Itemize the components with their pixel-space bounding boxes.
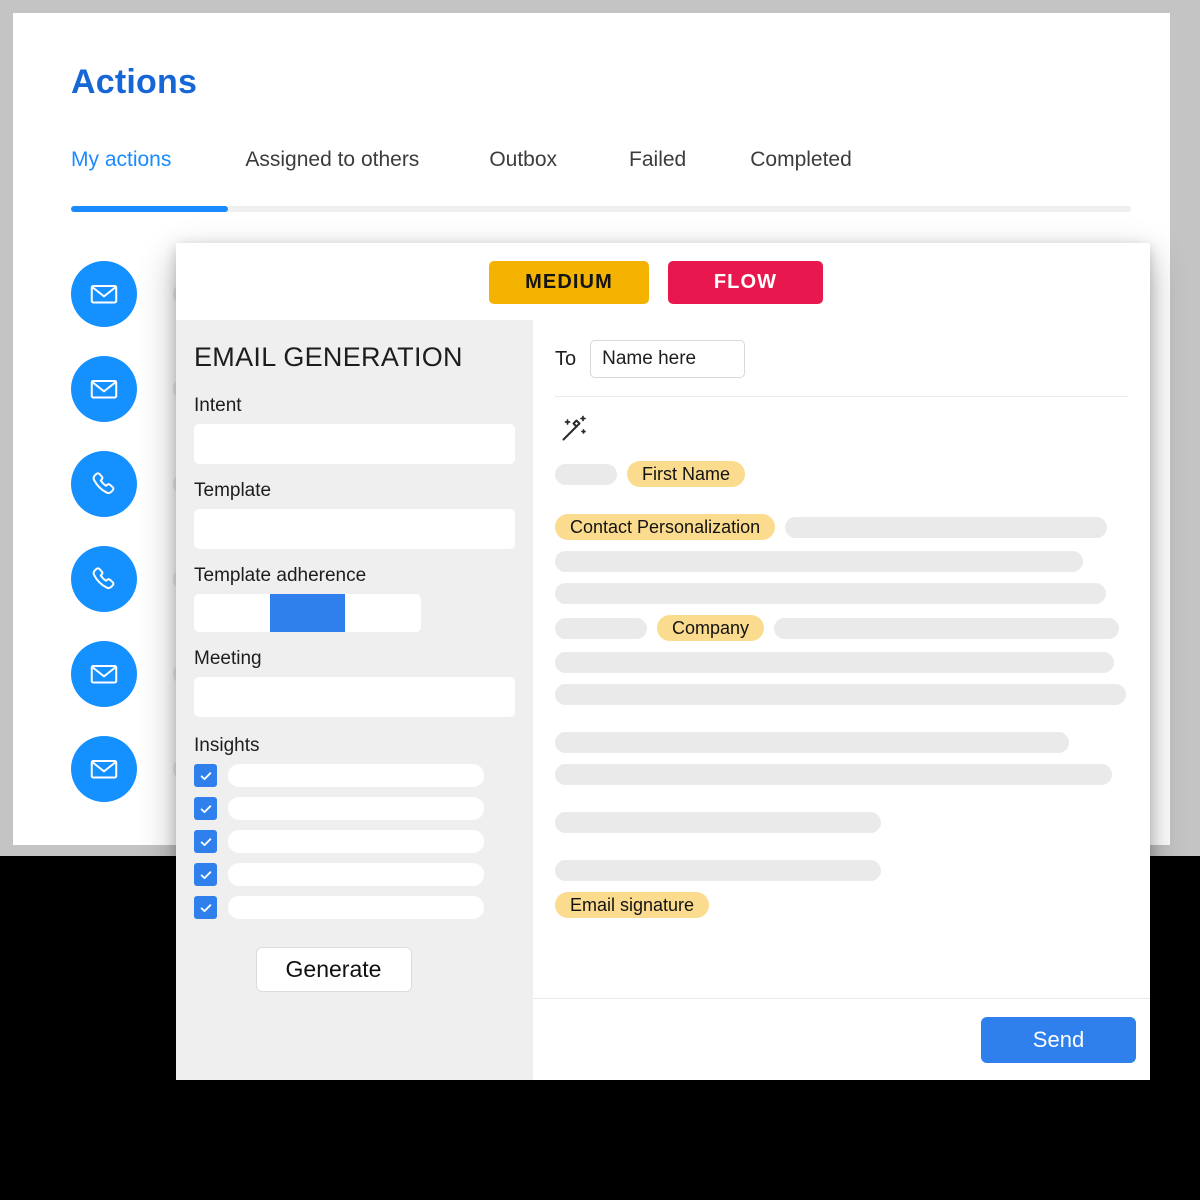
envelope-icon <box>71 261 137 327</box>
body-line: First Name <box>555 461 1128 487</box>
insight-checkbox[interactable] <box>194 863 217 886</box>
insight-placeholder <box>228 863 484 886</box>
intent-input[interactable] <box>194 424 515 464</box>
text-skeleton <box>555 551 1083 572</box>
tab-outbox[interactable]: Outbox <box>489 148 557 172</box>
text-skeleton <box>774 617 1120 639</box>
modal-header: MEDIUM FLOW <box>176 243 1150 320</box>
merge-field-tag[interactable]: Contact Personalization <box>555 514 776 540</box>
generate-button-wrap: Generate <box>194 947 493 992</box>
email-compose-panel: To Name here First Name Contact Personal… <box>533 320 1150 1080</box>
text-skeleton <box>555 684 1126 705</box>
body-line <box>555 684 1128 705</box>
insight-row <box>194 797 493 820</box>
modal-body: EMAIL GENERATION Intent Template Templat… <box>176 320 1150 1080</box>
insight-placeholder <box>228 764 484 787</box>
text-skeleton <box>555 732 1069 753</box>
insight-row <box>194 896 493 919</box>
tab-underline-track <box>71 206 1131 212</box>
meeting-label: Meeting <box>194 648 262 669</box>
generate-button[interactable]: Generate <box>255 947 412 992</box>
text-skeleton <box>555 583 1106 604</box>
insight-placeholder <box>228 896 484 919</box>
insight-placeholder <box>228 797 484 820</box>
text-skeleton <box>555 812 881 833</box>
phone-icon <box>71 546 137 612</box>
insight-checkbox[interactable] <box>194 764 217 787</box>
insight-placeholder <box>228 830 484 853</box>
phone-icon <box>71 451 137 517</box>
envelope-icon <box>71 356 137 422</box>
template-label: Template <box>194 480 272 501</box>
body-line <box>555 652 1128 673</box>
template-adherence-segmented-control[interactable] <box>194 594 421 632</box>
tab-failed[interactable]: Failed <box>629 148 686 172</box>
insights-label: Insights <box>194 735 260 756</box>
merge-field-tag[interactable]: Company <box>657 615 765 641</box>
email-generation-panel: EMAIL GENERATION Intent Template Templat… <box>176 320 533 1080</box>
text-skeleton <box>555 617 647 639</box>
insights-list <box>194 764 493 919</box>
screenshot-root: Actions My actions Assigned to others Ou… <box>0 0 1200 1200</box>
text-skeleton <box>785 516 1108 538</box>
to-label: To <box>555 347 577 370</box>
body-line: Company <box>555 615 1128 641</box>
panel-heading: EMAIL GENERATION <box>194 342 463 372</box>
tab-active-indicator <box>71 206 228 212</box>
page-title: Actions <box>71 63 198 101</box>
body-line <box>555 583 1128 604</box>
body-line: Contact Personalization <box>555 514 1128 540</box>
body-line <box>555 732 1128 753</box>
email-generation-modal: MEDIUM FLOW EMAIL GENERATION Intent Temp… <box>176 243 1150 1080</box>
insight-row <box>194 830 493 853</box>
envelope-icon <box>71 736 137 802</box>
text-skeleton <box>555 860 881 881</box>
body-line: Email signature <box>555 892 1128 918</box>
template-input[interactable] <box>194 509 515 549</box>
adherence-segment-medium[interactable] <box>269 594 346 632</box>
merge-field-tag[interactable]: Email signature <box>555 892 710 918</box>
envelope-icon <box>71 641 137 707</box>
priority-badge[interactable]: MEDIUM <box>489 261 649 304</box>
tab-assigned-to-others[interactable]: Assigned to others <box>245 148 419 172</box>
tab-my-actions[interactable]: My actions <box>71 148 171 172</box>
body-line <box>555 551 1128 572</box>
text-skeleton <box>555 463 617 485</box>
insight-checkbox[interactable] <box>194 896 217 919</box>
tab-list: My actions Assigned to others Outbox Fai… <box>71 148 1131 190</box>
tab-bar: My actions Assigned to others Outbox Fai… <box>71 148 1131 218</box>
template-adherence-label: Template adherence <box>194 565 367 586</box>
insight-row <box>194 863 493 886</box>
adherence-segment-low[interactable] <box>194 594 270 632</box>
intent-label: Intent <box>194 395 242 416</box>
insight-checkbox[interactable] <box>194 797 217 820</box>
email-body-content: First Name Contact Personalization Company… <box>555 461 1128 918</box>
channel-badge[interactable]: FLOW <box>668 261 823 304</box>
merge-field-tag[interactable]: First Name <box>627 461 746 487</box>
tab-completed[interactable]: Completed <box>750 148 852 172</box>
text-skeleton <box>555 652 1114 673</box>
insight-row <box>194 764 493 787</box>
magic-wand-icon[interactable] <box>557 413 591 447</box>
to-row: To <box>555 340 1128 397</box>
insight-checkbox[interactable] <box>194 830 217 853</box>
body-line <box>555 860 1128 881</box>
body-line <box>555 812 1128 833</box>
body-line <box>555 764 1128 785</box>
send-button[interactable]: Send <box>981 1016 1136 1063</box>
compose-area: To Name here First Name Contact Personal… <box>533 320 1150 998</box>
adherence-segment-high[interactable] <box>345 594 421 632</box>
text-skeleton <box>555 764 1112 785</box>
to-input[interactable] <box>590 340 746 378</box>
meeting-input[interactable] <box>194 677 515 717</box>
modal-footer: Send <box>533 998 1150 1080</box>
